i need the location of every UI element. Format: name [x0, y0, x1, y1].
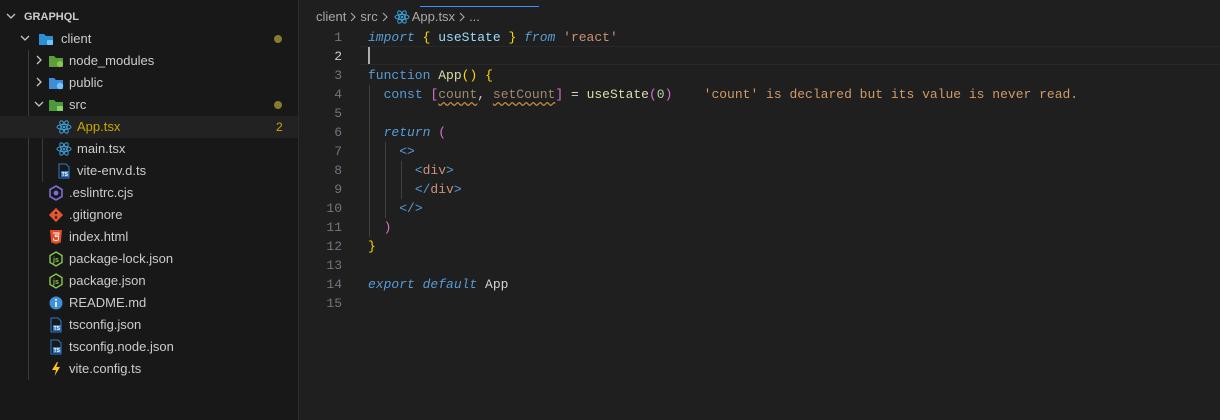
- tree-item-tsconfig-json[interactable]: TS tsconfig.json: [0, 314, 298, 336]
- tree-item-label: client: [61, 31, 92, 46]
- tree-item-label: public: [69, 75, 103, 90]
- line-number: 1: [334, 30, 342, 45]
- code-line-8: <div>: [414, 163, 454, 178]
- tree-item-label: node_modules: [69, 53, 155, 68]
- tree-item-src[interactable]: src: [0, 94, 298, 116]
- chevron-right-icon: [346, 0, 360, 34]
- svg-text:js: js: [52, 257, 59, 264]
- folder-src-icon: [48, 97, 64, 113]
- tree-item-label: package.json: [69, 273, 146, 288]
- typescript-def-icon: TS: [56, 163, 72, 179]
- eslint-icon: [48, 185, 64, 201]
- vite-lightning-icon: [48, 361, 64, 377]
- tree-item-readme-md[interactable]: README.md: [0, 292, 298, 314]
- tree-item-index-html[interactable]: index.html: [0, 226, 298, 248]
- svg-text:TS: TS: [62, 172, 69, 178]
- tree-item-tsconfig-node-json[interactable]: TS tsconfig.node.json: [0, 336, 298, 358]
- line-number: 11: [326, 220, 342, 235]
- info-icon: [48, 295, 64, 311]
- tree-item-label: main.tsx: [77, 141, 126, 156]
- chevron-right-icon: [32, 72, 48, 94]
- svg-text:TS: TS: [54, 326, 61, 332]
- line-number: 3: [334, 68, 342, 83]
- tree-item-gitignore[interactable]: .gitignore: [0, 204, 298, 226]
- code-line-12: }: [368, 239, 376, 254]
- code-line-11: ): [383, 220, 392, 235]
- nodejs-icon: js: [48, 273, 64, 289]
- tree-item-label: App.tsx: [77, 119, 121, 134]
- nodejs-icon: js: [48, 251, 64, 267]
- code-line-14: export default App: [368, 277, 509, 292]
- tree-item-app-tsx[interactable]: App.tsx 2: [0, 116, 298, 138]
- tree-item-package-lock-json[interactable]: js package-lock.json: [0, 248, 298, 270]
- code-line-9: </div>: [414, 182, 462, 197]
- text-cursor: [368, 47, 370, 64]
- code-line-6: return (: [383, 125, 447, 140]
- tree-item-label: tsconfig.json: [69, 317, 142, 332]
- tree-item-eslintrc[interactable]: .eslintrc.cjs: [0, 182, 298, 204]
- tree-item-label: src: [69, 97, 87, 112]
- line-number: 2: [334, 49, 342, 64]
- typescript-config-icon: TS: [48, 339, 64, 355]
- chevron-right-icon: [32, 50, 48, 72]
- folder-public-icon: [48, 75, 64, 91]
- line-number: 13: [326, 258, 342, 273]
- tree-item-public[interactable]: public: [0, 72, 298, 94]
- inline-diagnostic: 'count' is declared but its value is nev…: [703, 87, 1079, 102]
- explorer-root-label: GRAPHQL: [24, 11, 79, 23]
- line-number: 8: [334, 163, 342, 178]
- problem-count-badge: 2: [276, 120, 283, 134]
- tree-item-label: tsconfig.node.json: [69, 339, 174, 354]
- modified-dot: [274, 35, 282, 43]
- tree-item-vite-config-ts[interactable]: vite.config.ts: [0, 358, 298, 380]
- tree-item-node-modules[interactable]: node_modules: [0, 50, 298, 72]
- tree-item-vite-env-d-ts[interactable]: TS vite-env.d.ts: [0, 160, 298, 182]
- modified-dot: [274, 101, 282, 109]
- code-line-3: function App() {: [368, 68, 493, 83]
- tree-item-label: package-lock.json: [69, 251, 174, 266]
- code-editor: client src App.tsx... 1 2 3 4 5 6 7 8 9 10…: [300, 0, 1220, 420]
- svg-text:js: js: [52, 279, 59, 286]
- folder-client-icon: [38, 31, 54, 47]
- explorer-root-header[interactable]: GRAPHQL: [0, 6, 298, 28]
- tree-item-label: vite.config.ts: [69, 361, 142, 376]
- code-line-1: import { useState } from 'react': [368, 30, 618, 45]
- current-line-highlight: [360, 46, 1220, 65]
- git-icon: [48, 207, 64, 223]
- line-number: 15: [326, 296, 342, 311]
- tree-item-main-tsx[interactable]: main.tsx: [0, 138, 298, 160]
- line-number: 10: [326, 201, 342, 216]
- chevron-down-icon: [32, 94, 48, 116]
- code-line-4: const [count, setCount] = useState(0) 'c…: [383, 87, 1079, 102]
- tree-item-label: index.html: [69, 229, 129, 244]
- line-number: 5: [334, 106, 342, 121]
- line-number: 12: [326, 239, 342, 254]
- tree-item-client[interactable]: client: [0, 28, 298, 50]
- explorer-sidebar: GRAPHQL client node_modules public src A…: [0, 0, 299, 420]
- typescript-config-icon: TS: [48, 317, 64, 333]
- code-line-7: <>: [399, 144, 415, 159]
- chevron-down-icon: [18, 28, 34, 50]
- chevron-down-icon[interactable]: [4, 6, 20, 28]
- line-number: 14: [326, 277, 342, 292]
- folder-node-icon: [48, 53, 64, 69]
- line-number: 7: [334, 144, 342, 159]
- line-number: 6: [334, 125, 342, 140]
- tree-item-package-json[interactable]: js package.json: [0, 270, 298, 292]
- tree-item-label: README.md: [69, 295, 147, 310]
- tree-item-label: .gitignore: [69, 207, 123, 222]
- tree-item-label: .eslintrc.cjs: [69, 185, 134, 200]
- html5-icon: [48, 229, 64, 245]
- svg-text:TS: TS: [54, 348, 61, 354]
- react-icon: [56, 119, 72, 135]
- tree-item-label: vite-env.d.ts: [77, 163, 147, 178]
- line-number: 4: [334, 87, 342, 102]
- line-number: 9: [334, 182, 342, 197]
- react-icon: [56, 141, 72, 157]
- code-line-10: </>: [399, 201, 423, 216]
